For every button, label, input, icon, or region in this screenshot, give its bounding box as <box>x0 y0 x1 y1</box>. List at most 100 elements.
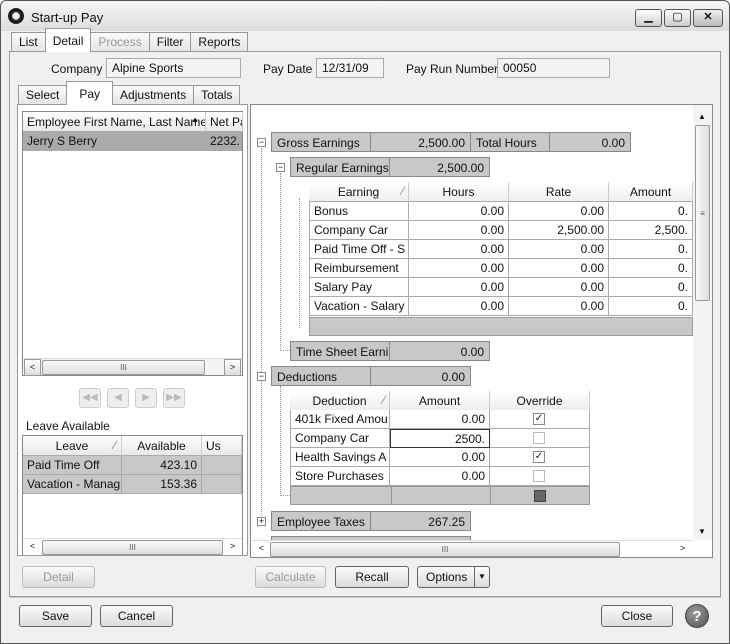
earning-earning-cell[interactable]: Salary Pay <box>309 278 409 297</box>
last-record-icon[interactable]: ▶▶ <box>163 388 185 408</box>
hours-column-header[interactable]: Hours <box>409 182 509 202</box>
earning-earning-cell[interactable]: Reimbursement <box>309 259 409 278</box>
earning-amount-cell[interactable]: 2,500. <box>609 221 693 240</box>
earning-earning-cell[interactable]: Company Car <box>309 221 409 240</box>
scroll-left-icon[interactable]: < <box>24 539 41 556</box>
leave-hscrollbar[interactable]: < III > <box>23 538 242 555</box>
title-bar[interactable]: Start-up Pay ▁ ▢ ✕ <box>1 1 729 31</box>
scroll-down-icon[interactable]: ▼ <box>698 527 706 536</box>
recall-button[interactable]: Recall <box>335 566 409 588</box>
employee-list-hscrollbar[interactable]: < III > <box>23 358 242 376</box>
minimize-button[interactable]: ▁ <box>635 9 662 27</box>
tab-adjustments[interactable]: Adjustments <box>112 85 195 105</box>
earning-hours-cell[interactable]: 0.00 <box>409 202 509 221</box>
earning-amount-cell[interactable]: 0. <box>609 202 693 221</box>
earning-hours-cell[interactable]: 0.00 <box>409 240 509 259</box>
leave-available[interactable]: 423.10 <box>122 456 202 475</box>
leave-name[interactable]: Vacation - Manag <box>23 475 122 494</box>
scroll-thumb[interactable]: III <box>270 542 620 557</box>
deduction-amount-column-header[interactable]: Amount <box>390 391 490 411</box>
override-checkbox-checked[interactable]: ✓ <box>533 413 545 425</box>
expand-employee-taxes-icon[interactable]: + <box>257 517 266 526</box>
earning-rate-cell[interactable]: 2,500.00 <box>509 221 609 240</box>
override-checkbox-checked[interactable]: ✓ <box>533 451 545 463</box>
scroll-thumb[interactable]: III <box>42 360 205 375</box>
scroll-left-icon[interactable]: < <box>24 359 41 376</box>
detail-button[interactable]: Detail <box>22 566 95 588</box>
override-all-checkbox[interactable] <box>534 490 546 502</box>
amount-column-header[interactable]: Amount <box>609 182 693 202</box>
deduction-amount-cell[interactable]: 0.00 <box>390 467 490 486</box>
earning-hours-cell[interactable]: 0.00 <box>409 278 509 297</box>
earning-amount-cell[interactable]: 0. <box>609 240 693 259</box>
earning-amount-cell[interactable]: 0. <box>609 259 693 278</box>
vscroll-thumb[interactable]: ≡ <box>695 125 710 301</box>
tab-detail[interactable]: Detail <box>44 28 92 52</box>
scroll-right-icon[interactable]: > <box>674 541 691 558</box>
earning-amount-cell[interactable]: 0. <box>609 297 693 316</box>
calculate-button[interactable]: Calculate <box>255 566 326 588</box>
deduction-name-cell[interactable]: Company Car <box>290 429 390 448</box>
leave-used[interactable] <box>202 456 242 475</box>
earning-earning-cell[interactable]: Paid Time Off - S <box>309 240 409 259</box>
earning-earning-cell[interactable]: Vacation - Salary <box>309 297 409 316</box>
override-column-header[interactable]: Override <box>490 391 590 411</box>
tab-totals[interactable]: Totals <box>193 85 241 105</box>
earning-hours-cell[interactable]: 0.00 <box>409 221 509 240</box>
scroll-right-icon[interactable]: > <box>224 359 241 376</box>
deduction-amount-input[interactable]: 2500. <box>390 429 490 448</box>
earning-hours-cell[interactable]: 0.00 <box>409 297 509 316</box>
earning-amount-cell[interactable]: 0. <box>609 278 693 297</box>
deduction-amount-cell[interactable]: 0.00 <box>390 410 490 429</box>
leave-used[interactable] <box>202 475 242 494</box>
collapse-deductions-icon[interactable]: − <box>257 372 266 381</box>
leave-available[interactable]: 153.36 <box>122 475 202 494</box>
earning-rate-cell[interactable]: 0.00 <box>509 259 609 278</box>
rate-column-header[interactable]: Rate <box>509 182 609 202</box>
collapse-regular-icon[interactable]: − <box>276 163 285 172</box>
earning-rate-cell[interactable]: 0.00 <box>509 240 609 259</box>
deduction-name-cell[interactable]: Health Savings A <box>290 448 390 467</box>
used-column-header[interactable]: Us <box>202 436 242 456</box>
maximize-button[interactable]: ▢ <box>664 9 691 27</box>
net-pay-column-header[interactable]: Net Pa <box>206 112 243 132</box>
deduction-name-cell[interactable]: 401k Fixed Amou <box>290 410 390 429</box>
options-button[interactable]: Options ▼ <box>417 566 490 588</box>
close-button[interactable]: Close <box>601 605 673 627</box>
save-button[interactable]: Save <box>19 605 92 627</box>
scroll-up-icon[interactable]: ▲ <box>698 112 706 121</box>
options-dropdown-icon[interactable]: ▼ <box>474 567 489 587</box>
deduction-name-cell[interactable]: Store Purchases <box>290 467 390 486</box>
tab-pay[interactable]: Pay <box>66 81 114 105</box>
deduction-amount-cell[interactable]: 0.00 <box>390 448 490 467</box>
earning-rate-cell[interactable]: 0.00 <box>509 297 609 316</box>
employee-name-column-header[interactable]: Employee First Name, Last Name ▲ <box>23 112 206 132</box>
override-checkbox[interactable] <box>533 432 545 444</box>
tree-hscrollbar[interactable]: < III > <box>251 540 693 557</box>
tab-filter[interactable]: Filter <box>148 32 192 52</box>
help-icon[interactable]: ? <box>685 604 709 628</box>
leave-column-header[interactable]: Leave ⁄ <box>23 436 122 456</box>
earning-rate-cell[interactable]: 0.00 <box>509 278 609 297</box>
earning-hours-cell[interactable]: 0.00 <box>409 259 509 278</box>
scroll-left-icon[interactable]: < <box>253 541 270 558</box>
earning-rate-cell[interactable]: 0.00 <box>509 202 609 221</box>
earning-earning-cell[interactable]: Bonus <box>309 202 409 221</box>
scroll-thumb[interactable]: III <box>42 540 223 555</box>
earning-column-header[interactable]: Earning ⁄ <box>309 182 409 202</box>
tab-reports[interactable]: Reports <box>190 32 249 52</box>
close-window-button[interactable]: ✕ <box>693 9 723 27</box>
next-record-icon[interactable]: ▶ <box>135 388 157 408</box>
tree-vscrollbar[interactable]: ▲ ≡ ▼ <box>693 105 712 540</box>
scroll-right-icon[interactable]: > <box>224 539 241 556</box>
deduction-column-header[interactable]: Deduction ⁄ <box>290 391 390 411</box>
first-record-icon[interactable]: ◀◀ <box>79 388 101 408</box>
collapse-gross-icon[interactable]: − <box>257 138 266 147</box>
tab-select[interactable]: Select <box>18 85 68 105</box>
previous-record-icon[interactable]: ◀ <box>107 388 129 408</box>
tab-list[interactable]: List <box>11 32 46 52</box>
cancel-button[interactable]: Cancel <box>100 605 173 627</box>
override-checkbox[interactable] <box>533 470 545 482</box>
available-column-header[interactable]: Available <box>122 436 202 456</box>
employee-row[interactable]: Jerry S Berry 2232. <box>23 132 242 151</box>
